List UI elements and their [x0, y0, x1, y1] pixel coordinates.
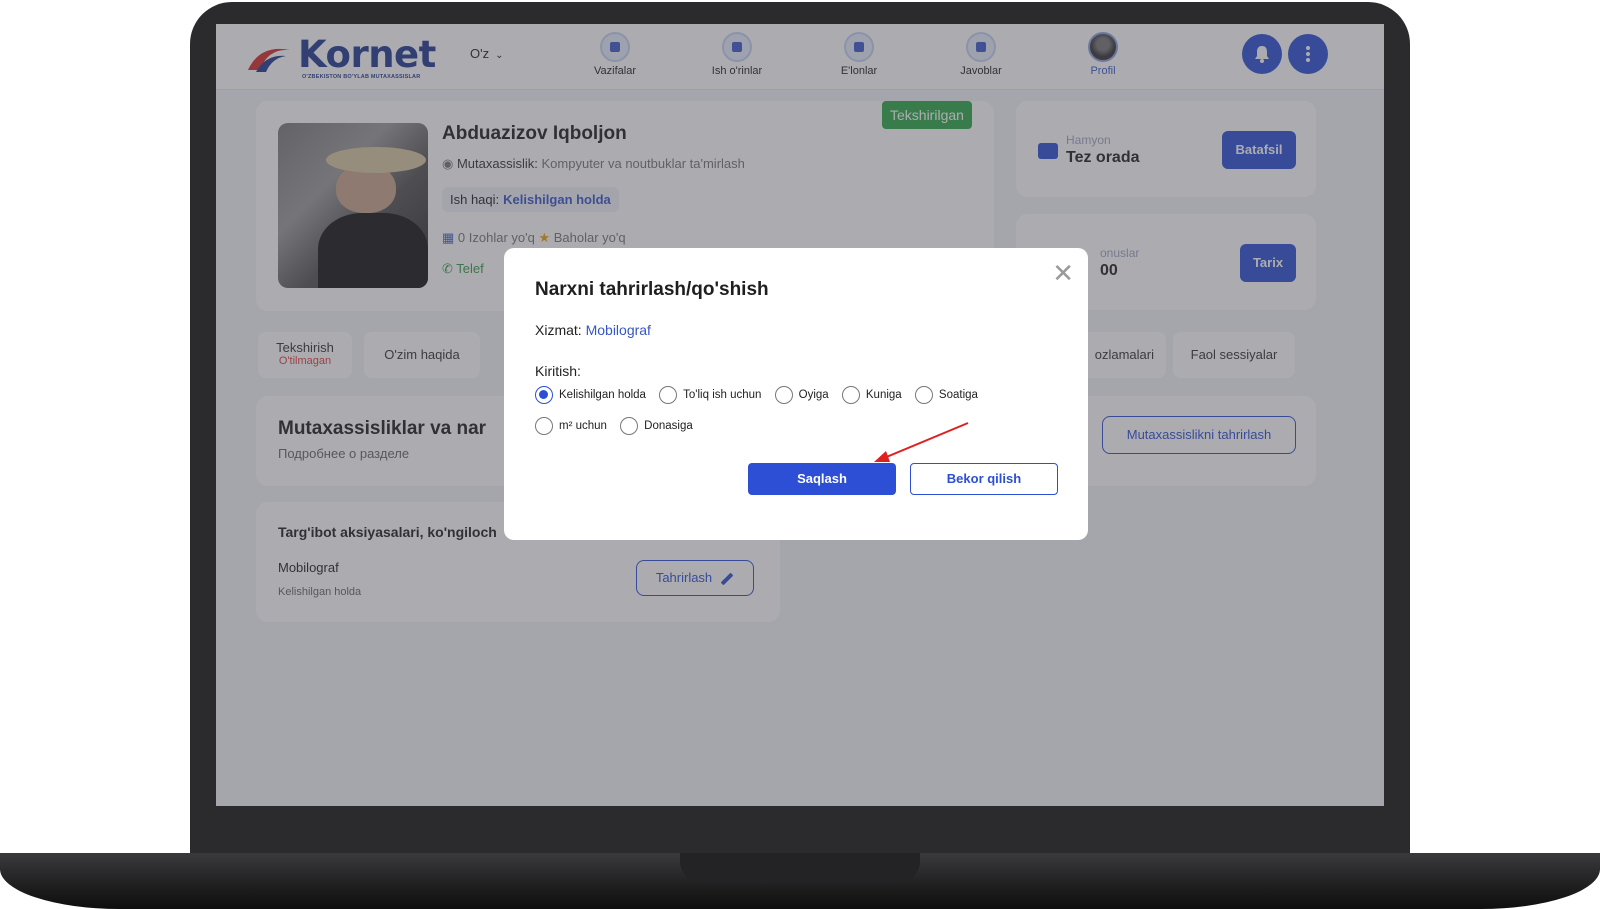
radio-label: Oyiga — [798, 389, 829, 402]
radio-per-piece[interactable]: Donasiga — [620, 417, 693, 435]
radio-label: Kuniga — [865, 389, 902, 402]
service-value: Mobilograf — [585, 322, 651, 338]
modal-title: Narxni tahrirlash/qo'shish — [535, 279, 769, 300]
app-screen: Kornet O'ZBEKISTON BO'YLAB MUTAXASSISLAR… — [216, 24, 1384, 806]
radio-indicator — [774, 386, 793, 404]
radio-label: To'liq ish uchun — [683, 389, 762, 402]
radio-indicator — [535, 417, 553, 435]
radio-indicator — [841, 386, 860, 404]
modal-service: Xizmat: Mobilograf — [535, 322, 651, 338]
radio-indicator — [620, 417, 639, 435]
price-type-radio-group-2: m² uchun Donasiga — [535, 417, 703, 435]
radio-label: m² uchun — [559, 420, 607, 433]
radio-hourly[interactable]: Soatiga — [914, 386, 978, 404]
radio-per-m2[interactable]: m² uchun — [535, 417, 607, 435]
close-icon[interactable]: ✕ — [1052, 260, 1074, 286]
service-label: Xizmat: — [535, 322, 582, 338]
radio-label: Donasiga — [644, 420, 693, 433]
radio-indicator — [535, 386, 553, 404]
input-type-label: Kiritish: — [535, 363, 581, 379]
radio-negotiable[interactable]: Kelishilgan holda — [535, 386, 646, 404]
radio-full-job[interactable]: To'liq ish uchun — [659, 386, 761, 404]
radio-indicator — [914, 386, 933, 404]
laptop-notch — [680, 853, 920, 883]
radio-indicator — [659, 386, 678, 404]
radio-monthly[interactable]: Oyiga — [774, 386, 829, 404]
price-type-radio-group: Kelishilgan holda To'liq ish uchun Oyiga… — [535, 386, 988, 404]
save-button[interactable]: Saqlash — [748, 463, 896, 495]
price-edit-modal: ✕ Narxni tahrirlash/qo'shish Xizmat: Mob… — [504, 248, 1088, 540]
radio-label: Kelishilgan holda — [559, 389, 646, 402]
radio-daily[interactable]: Kuniga — [841, 386, 902, 404]
cancel-button[interactable]: Bekor qilish — [910, 463, 1058, 495]
radio-label: Soatiga — [938, 389, 978, 402]
